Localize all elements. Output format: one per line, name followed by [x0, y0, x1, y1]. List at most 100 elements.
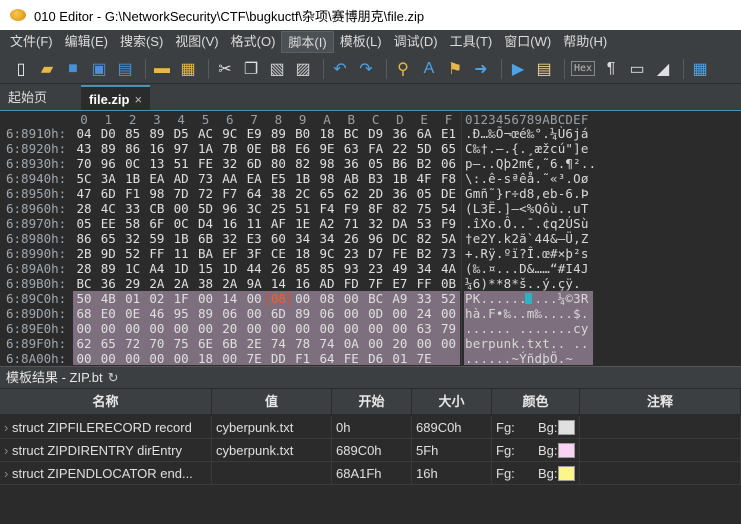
hex-byte[interactable]: 4A	[439, 261, 459, 276]
hex-byte[interactable]: B2	[414, 246, 434, 261]
hex-byte[interactable]: 00	[293, 291, 313, 306]
hex-byte[interactable]: 26	[268, 261, 288, 276]
hex-byte[interactable]: 24	[414, 306, 434, 321]
hex-byte[interactable]: A4	[147, 261, 167, 276]
hex-byte[interactable]: 1B	[293, 171, 313, 186]
hex-byte[interactable]: 85	[317, 261, 337, 276]
hex-byte[interactable]: 5C	[74, 171, 94, 186]
hex-byte[interactable]: 82	[293, 156, 313, 171]
hex-ascii-text[interactable]: ......~ÝñdþÖ.~	[465, 351, 573, 365]
hex-byte[interactable]: 18	[317, 126, 337, 141]
hex-byte[interactable]: 23	[341, 246, 361, 261]
hex-byte[interactable]: EA	[147, 171, 167, 186]
hex-byte[interactable]: E9	[244, 126, 264, 141]
hex-byte[interactable]: 89	[268, 126, 288, 141]
hex-byte[interactable]: 32	[123, 231, 143, 246]
hex-byte[interactable]: EA	[244, 171, 264, 186]
tab-file-zip[interactable]: file.zip ×	[81, 85, 151, 110]
hex-byte[interactable]: 80	[268, 156, 288, 171]
hex-byte[interactable]: 79	[439, 321, 459, 336]
hex-byte[interactable]: 00	[390, 306, 410, 321]
hex-byte[interactable]: D7	[366, 246, 386, 261]
hex-byte[interactable]: 2B	[74, 246, 94, 261]
hex-byte[interactable]: 5D	[414, 141, 434, 156]
hex-byte[interactable]: 89	[147, 126, 167, 141]
hex-byte[interactable]: F7	[220, 186, 240, 201]
hex-byte[interactable]: B3	[366, 171, 386, 186]
hex-byte[interactable]: 00	[341, 291, 361, 306]
hex-byte[interactable]: 1B	[123, 171, 143, 186]
insert-mode-icon[interactable]: ▭	[626, 58, 648, 80]
hex-byte[interactable]: E5	[268, 171, 288, 186]
hex-byte[interactable]: 18	[196, 351, 216, 365]
hex-byte[interactable]: 00	[147, 321, 167, 336]
hex-byte[interactable]: 65	[98, 336, 118, 351]
hex-byte[interactable]: 00	[74, 321, 94, 336]
hex-byte[interactable]: 7E	[244, 351, 264, 365]
expand-chevron-icon[interactable]: ›	[4, 443, 12, 458]
hex-byte[interactable]: 1A	[196, 141, 216, 156]
menu-item-5[interactable]: 脚本(I)	[281, 31, 334, 53]
hex-byte[interactable]: 1E	[293, 216, 313, 231]
column-header-name[interactable]: 名称	[0, 389, 212, 414]
hex-ascii-text[interactable]: +.Rÿ.ºï?Î.œ#×þ²s	[465, 246, 589, 261]
hex-byte[interactable]: 6A	[414, 126, 434, 141]
hex-byte[interactable]: DC	[390, 231, 410, 246]
paste-icon[interactable]: ▧	[266, 58, 288, 80]
hex-byte[interactable]: 63	[414, 321, 434, 336]
hex-byte[interactable]: 06	[439, 156, 459, 171]
hex-byte[interactable]: 9C	[317, 246, 337, 261]
hex-byte[interactable]: 00	[341, 321, 361, 336]
hex-byte[interactable]: 08	[317, 291, 337, 306]
hex-byte[interactable]: 00	[171, 201, 191, 216]
hex-byte[interactable]: 0A	[341, 336, 361, 351]
hex-ascii-text[interactable]: hà.F•‰..m‰....$.	[465, 306, 589, 321]
hex-byte[interactable]: 73	[439, 246, 459, 261]
hex-byte[interactable]: 06	[317, 306, 337, 321]
hex-byte[interactable]: 2A	[147, 276, 167, 291]
hex-byte[interactable]: 6F	[147, 216, 167, 231]
paragraph-icon[interactable]: ¶	[600, 58, 622, 80]
hex-byte[interactable]: D4	[196, 216, 216, 231]
hex-byte[interactable]: D9	[366, 126, 386, 141]
hex-byte[interactable]: B2	[414, 156, 434, 171]
hex-byte[interactable]: 64	[317, 351, 337, 365]
hex-byte[interactable]: 36	[390, 186, 410, 201]
hex-byte[interactable]: 36	[390, 126, 410, 141]
hex-ascii-text[interactable]: berpunk.txt.. ..	[465, 336, 589, 351]
hex-byte[interactable]: 60	[268, 231, 288, 246]
hex-byte[interactable]: 0C	[171, 216, 191, 231]
expand-chevron-icon[interactable]: ›	[4, 420, 12, 435]
hex-ascii-text[interactable]: C‰†.—.{.¸æžcú"]e	[465, 141, 589, 156]
hex-byte[interactable]: 00	[414, 336, 434, 351]
hex-byte[interactable]: 98	[147, 186, 167, 201]
hex-byte[interactable]: 1D	[171, 261, 191, 276]
hex-byte[interactable]: BC	[366, 291, 386, 306]
hex-byte[interactable]: 2A	[220, 276, 240, 291]
hex-byte[interactable]: 00	[244, 291, 264, 306]
hex-byte[interactable]: 1F	[171, 291, 191, 306]
hex-byte[interactable]: 2D	[366, 186, 386, 201]
hex-byte[interactable]: 96	[98, 156, 118, 171]
hex-byte[interactable]: 36	[98, 276, 118, 291]
hex-byte[interactable]: 06	[220, 306, 240, 321]
hex-byte[interactable]: E3	[244, 231, 264, 246]
hex-ascii-text[interactable]: ¼6)**8*š..­ý.çÿ.	[465, 276, 581, 291]
hex-byte[interactable]: 52	[439, 291, 459, 306]
hex-byte[interactable]: 3C	[244, 201, 264, 216]
hex-byte[interactable]: 68	[74, 306, 94, 321]
hex-byte[interactable]: FE	[196, 156, 216, 171]
bg-color-swatch[interactable]	[558, 443, 575, 458]
hex-byte[interactable]: 82	[414, 231, 434, 246]
hex-byte[interactable]: 6D	[98, 186, 118, 201]
hex-byte[interactable]: E1	[439, 126, 459, 141]
hex-byte[interactable]: 00	[123, 351, 143, 365]
hex-byte[interactable]: 7D	[171, 186, 191, 201]
hex-byte[interactable]: 1B	[171, 231, 191, 246]
goto-icon[interactable]: ➜	[470, 58, 492, 80]
hex-byte[interactable]: 93	[341, 261, 361, 276]
hex-byte[interactable]: 38	[196, 276, 216, 291]
hex-byte[interactable]: 7B	[220, 141, 240, 156]
hex-byte[interactable]: 62	[74, 336, 94, 351]
hex-byte[interactable]: 7E	[414, 351, 434, 365]
